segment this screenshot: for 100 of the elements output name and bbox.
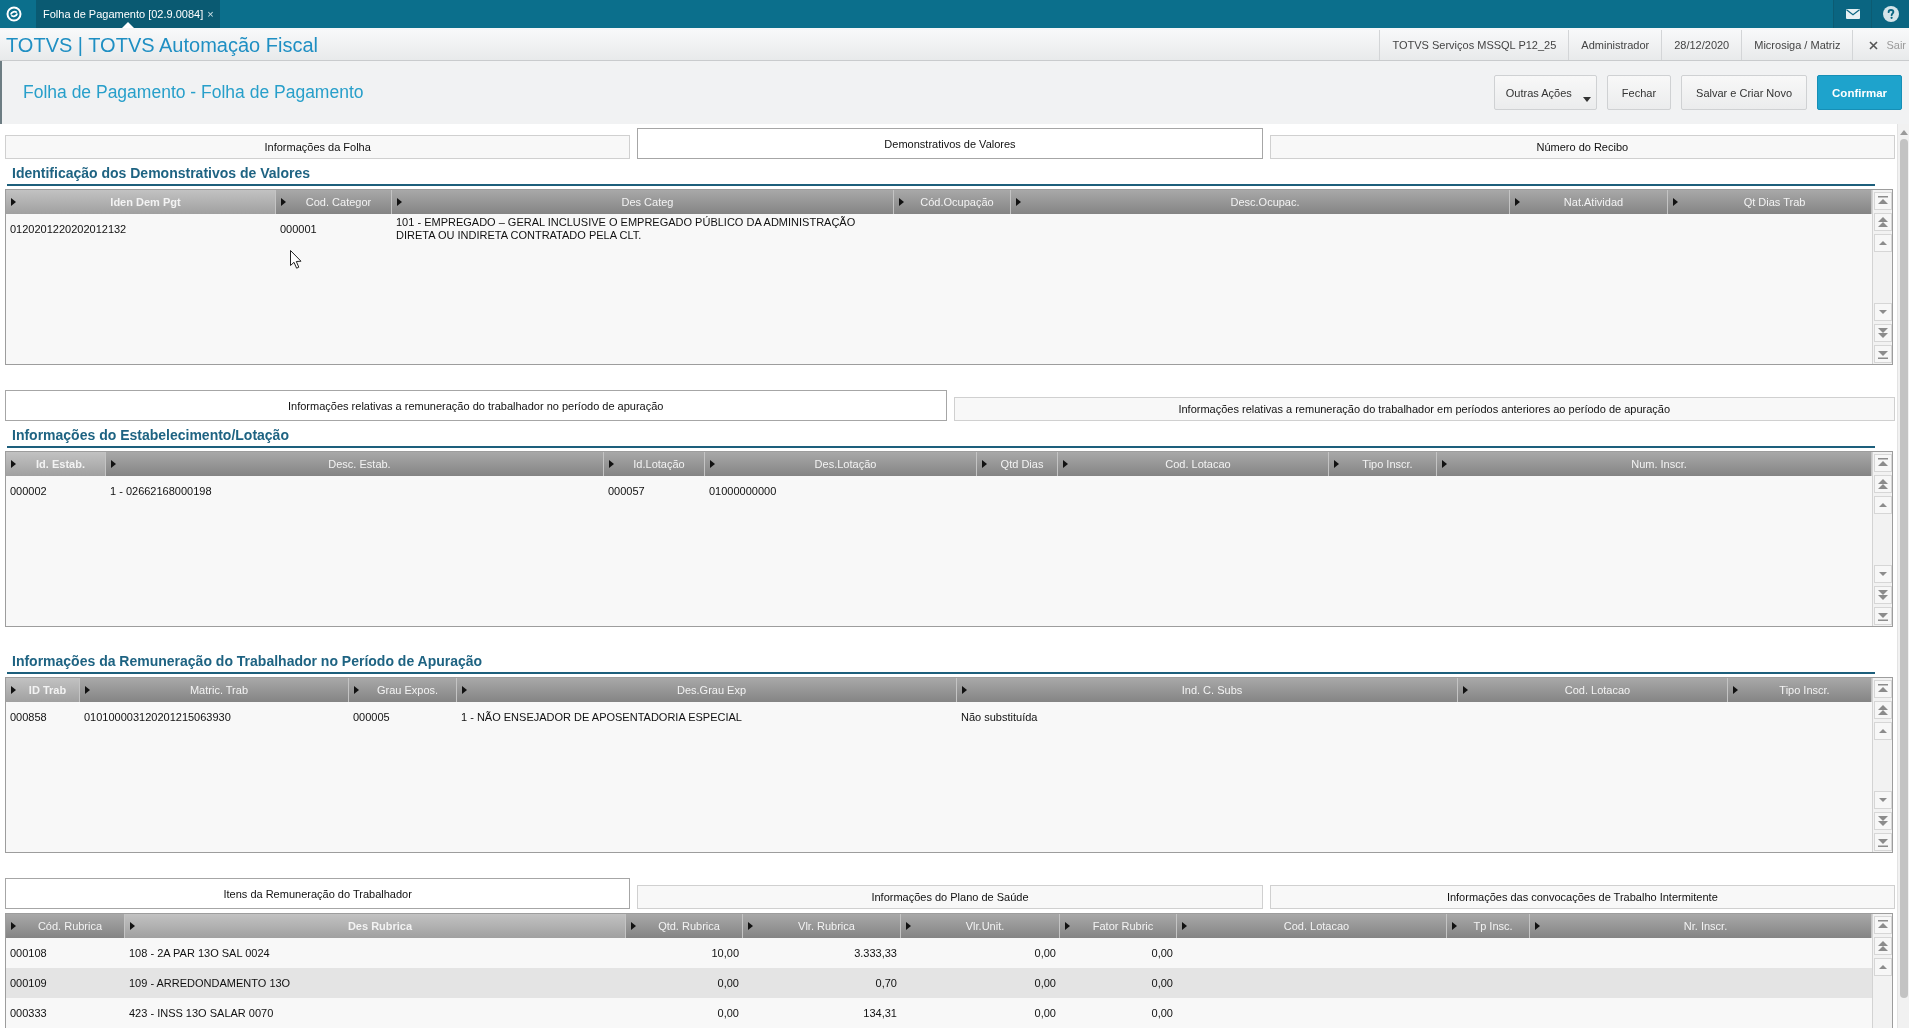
table-cell-text: 0,00 [716,1005,740,1021]
column-header[interactable]: Tipo Inscr. [1728,678,1872,702]
triangle-icon [962,686,967,694]
scroll-top-icon[interactable] [1873,192,1892,210]
triangle-icon [1733,686,1738,694]
triangle-icon [1515,198,1520,206]
help-button[interactable] [1871,0,1909,28]
column-header[interactable]: Vlr.Unit. [901,914,1060,938]
column-header[interactable]: Grau Expos. [349,678,457,702]
column-header[interactable]: Id. Estab. [6,452,106,476]
column-header[interactable]: Des Rubrica [125,914,626,938]
triangle-icon [1452,922,1457,930]
column-header[interactable]: Iden Dem Pgt [6,190,276,214]
close-icon [1869,40,1879,50]
table-cell-text: 0,00 [1033,975,1057,991]
mouse-pointer-icon [290,250,302,269]
column-header[interactable]: Des Categ [392,190,894,214]
triangle-icon [130,922,135,930]
column-header[interactable]: Cód. Rubrica [6,914,125,938]
column-header[interactable]: Des.Lotação [705,452,977,476]
column-header[interactable]: Cod. Lotacao [1177,914,1447,938]
tab[interactable]: Demonstrativos de Valores [637,128,1263,159]
section-title: Informações da Remuneração do Trabalhador no Período de Apuração [7,649,1875,674]
column-header[interactable]: Vlr. Rubrica [743,914,901,938]
table-cell-text: 000858 [9,709,48,725]
logout-button[interactable]: Sair [1852,30,1909,60]
column-header[interactable]: Des.Grau Exp [457,678,957,702]
table-cell-text: 0,00 [1150,945,1174,961]
tab-close-button[interactable]: × [207,8,214,20]
triangle-icon [1442,460,1447,468]
logo-icon[interactable] [6,6,22,22]
triangle-icon [11,198,16,206]
column-header[interactable]: Id.Lotação [604,452,705,476]
table-cell-text: 000109 [9,975,48,991]
mail-button[interactable] [1833,0,1871,28]
tab[interactable]: Itens da Remuneração do Trabalhador [5,878,631,909]
tab[interactable]: Informações das convocações de Trabalho Intermitente [1269,885,1895,909]
column-header[interactable]: Matric. Trab [80,678,349,702]
triangle-icon [85,686,90,694]
column-header[interactable]: Fator Rubric [1060,914,1177,938]
up-arrow-icon[interactable] [1899,130,1908,135]
confirm-button[interactable]: Confirmar [1817,75,1902,110]
table-cell-text: 01000000000 [708,483,778,499]
column-header[interactable]: Tipo Inscr. [1329,452,1437,476]
column-header[interactable]: Cod. Lotacao [1058,452,1329,476]
column-header[interactable]: Qt Dias Trab [1668,190,1872,214]
table-cell-text: 109 - ARREDONDAMENTO 13O [128,975,292,991]
scroll-bottom-icon[interactable] [1873,833,1892,851]
column-header[interactable]: Nr. Inscr. [1530,914,1872,938]
triangle-icon [609,460,614,468]
tab[interactable]: Informações da Folha [5,135,631,159]
scroll-bottom-icon[interactable] [1873,607,1892,625]
column-header[interactable]: Desc. Estab. [106,452,604,476]
column-header[interactable]: Cod. Lotacao [1458,678,1728,702]
column-header[interactable]: Cód.Ocupação [894,190,1011,214]
page-scrollbar[interactable] [1897,124,1909,1028]
column-header[interactable]: Tp Insc. [1447,914,1530,938]
table-cell-text: 000057 [607,483,646,499]
table-cell-text: 10,00 [710,945,740,961]
menu-button[interactable]: Outras Ações [1493,75,1597,110]
session-info: 28/12/2020 [1661,30,1742,60]
tab[interactable]: Informações do Plano de Saúde [637,885,1263,909]
triangle-icon [1673,198,1678,206]
column-header[interactable]: Desc.Ocupac. [1011,190,1510,214]
scroll-top-icon[interactable] [1873,916,1892,934]
scrollbar-thumb[interactable] [1899,139,1908,998]
table-cell-text: 108 - 2A PAR 13O SAL 0024 [128,945,271,961]
tab[interactable]: Número do Recibo [1269,135,1895,159]
caret-icon [1582,97,1591,102]
column-header[interactable]: Nat.Atividad [1510,190,1668,214]
triangle-icon [1063,460,1068,468]
scroll-top-icon[interactable] [1873,454,1892,472]
action-button[interactable]: Fechar [1606,75,1672,110]
triangle-icon [748,922,753,930]
triangle-icon [1065,922,1070,930]
column-header[interactable]: Qtd Dias [977,452,1058,476]
triangle-icon [631,922,636,930]
column-header[interactable]: ID Trab [6,678,80,702]
app-tab[interactable]: Folha de Pagamento [02.9.0084] × [36,0,220,28]
triangle-icon [462,686,467,694]
tab[interactable]: Informações relativas a remuneração do trabalhador no período de apuração [5,390,947,421]
table-cell-text: 0,00 [716,975,740,991]
table-cell-text: 0,00 [1033,1005,1057,1021]
column-header[interactable]: Qtd. Rubrica [626,914,743,938]
page-title: Folha de Pagamento - Folha de Pagamento [23,82,364,103]
column-header[interactable]: Ind. C. Subs [957,678,1458,702]
scroll-top-icon[interactable] [1873,680,1892,698]
triangle-icon [281,198,286,206]
table-cell-text: 0,00 [1150,975,1174,991]
table-cell-text: Não substituída [960,709,1039,725]
column-header[interactable]: Num. Inscr. [1437,452,1872,476]
tab[interactable]: Informações relativas a remuneração do trabalhador em períodos anteriores ao período de apuração [953,397,1895,421]
table-cell-text: 0,70 [874,975,898,991]
table-cell-text: 0,00 [1033,945,1057,961]
session-info: Microsiga / Matriz [1741,30,1853,60]
scroll-bottom-icon[interactable] [1873,345,1892,363]
column-header[interactable]: Cod. Categor [276,190,392,214]
section-title: Identificação dos Demonstrativos de Valores [7,161,1875,186]
action-button[interactable]: Salvar e Criar Novo [1681,75,1808,110]
table-cell-text: 000333 [9,1005,48,1021]
